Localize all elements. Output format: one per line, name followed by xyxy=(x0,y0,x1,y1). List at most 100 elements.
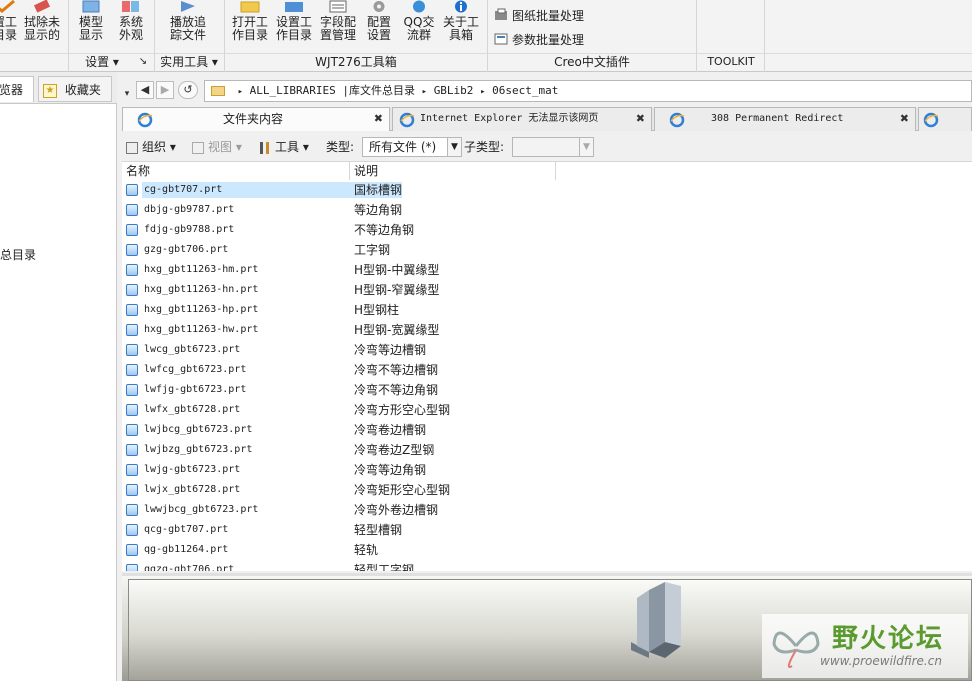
table-row[interactable]: fdjg-gb9788.prt 不等边角钢 xyxy=(122,220,972,240)
file-name: lwfjg-gbt6723.prt xyxy=(144,384,247,395)
set-workdir-button-partial[interactable]: 置工 目录 xyxy=(0,0,18,50)
trail-play-icon xyxy=(177,0,199,13)
table-row[interactable]: lwjg-gbt6723.prt 冷弯等边角钢 xyxy=(122,460,972,480)
erase-undisplayed-button[interactable]: 拭除未 显示的 xyxy=(22,0,62,50)
tab-favorites[interactable]: ★ 收藏夹 xyxy=(38,76,112,102)
file-description: 冷弯不等边槽钢 xyxy=(354,363,439,377)
qq-group-button[interactable]: QQ交 流群 xyxy=(402,0,436,50)
drawing-batch-button[interactable]: 图纸批量处理 xyxy=(494,6,584,24)
file-name: lwcg_gbt6723.prt xyxy=(144,344,241,355)
tab-browser[interactable]: 览器 xyxy=(0,76,34,102)
tree-item-library-root[interactable]: 总目录 xyxy=(0,246,36,263)
watermark-title: 野火论坛 xyxy=(832,624,945,654)
table-row[interactable]: lwfcg_gbt6723.prt 冷弯不等边槽钢 xyxy=(122,360,972,380)
group-settings-label[interactable]: 设置 ▾ xyxy=(82,54,122,70)
file-description: 冷弯等边角钢 xyxy=(354,463,427,477)
table-row[interactable]: lwjbcg_gbt6723.prt 冷弯卷边槽钢 xyxy=(122,420,972,440)
table-row[interactable]: gzg-gbt706.prt 工字钢 xyxy=(122,240,972,260)
back-button[interactable]: ◀ xyxy=(136,81,154,99)
part-file-icon xyxy=(126,264,138,276)
field-config-manage-button[interactable]: 字段配 置管理 xyxy=(318,0,358,50)
ribbon-separator xyxy=(224,0,225,72)
config-settings-button[interactable]: 配置 设置 xyxy=(362,0,396,50)
tools-button[interactable]: 工具 ▾ xyxy=(258,138,309,156)
play-trail-file-button[interactable]: 播放追 踪文件 xyxy=(166,0,210,50)
table-row[interactable]: hxg_gbt11263-hw.prt H型钢-宽翼缘型 xyxy=(122,320,972,340)
param-batch-icon xyxy=(494,32,508,46)
ribbon-separator xyxy=(764,0,765,72)
subtype-select[interactable]: ▼ xyxy=(512,137,594,157)
table-row[interactable]: dbjg-gb9787.prt 等边角钢 xyxy=(122,200,972,220)
table-row[interactable]: lwfx_gbt6728.prt 冷弯方形空心型钢 xyxy=(122,400,972,420)
table-row[interactable]: lwjbzg_gbt6723.prt 冷弯卷边Z型钢 xyxy=(122,440,972,460)
column-header-name[interactable]: 名称 xyxy=(122,162,350,180)
forward-button[interactable]: ▶ xyxy=(156,81,174,99)
table-row[interactable]: lwcg_gbt6723.prt 冷弯等边槽钢 xyxy=(122,340,972,360)
views-button[interactable]: 视图 ▾ xyxy=(192,138,242,156)
butterfly-logo-icon xyxy=(772,631,820,668)
tab-redirect[interactable]: 308 Permanent Redirect ✖ xyxy=(654,107,916,131)
organize-button[interactable]: 组织 ▾ xyxy=(126,138,176,156)
file-description: 冷弯不等边角钢 xyxy=(354,383,439,397)
address-row: ▾ ◀ ▶ ↺ ▸ ALL_LIBRARIES |库文件总目录 ▸ GBLib2… xyxy=(118,78,972,104)
breadcrumb-segment[interactable]: 库文件总目录 xyxy=(349,84,415,97)
set-workdir-button[interactable]: 设置工 作目录 xyxy=(274,0,314,50)
file-name: lwjbzg_gbt6723.prt xyxy=(144,444,253,455)
favorites-star-icon: ★ xyxy=(43,83,57,98)
tab-folder-contents[interactable]: 文件夹内容 ✖ xyxy=(122,107,390,131)
qq-icon xyxy=(408,0,430,13)
table-row[interactable]: lwfjg-gbt6723.prt 冷弯不等边角钢 xyxy=(122,380,972,400)
table-row[interactable]: qgzg-gbt706.prt 轻型工字钢 xyxy=(122,560,972,571)
part-file-icon xyxy=(126,464,138,476)
table-row[interactable]: hxg_gbt11263-hn.prt H型钢-窄翼缘型 xyxy=(122,280,972,300)
table-row[interactable]: hxg_gbt11263-hm.prt H型钢-中翼缘型 xyxy=(122,260,972,280)
part-file-icon xyxy=(126,544,138,556)
organize-icon xyxy=(126,141,138,154)
folder-icon xyxy=(211,86,225,96)
param-batch-button[interactable]: 参数批量处理 xyxy=(494,30,584,48)
model-display-button[interactable]: 模型 显示 xyxy=(74,0,108,50)
type-select[interactable]: 所有文件 (*) ▼ xyxy=(362,137,462,157)
views-icon xyxy=(192,141,204,154)
close-icon[interactable]: ✖ xyxy=(900,108,909,130)
part-file-icon xyxy=(126,184,138,196)
address-input[interactable]: ▸ ALL_LIBRARIES |库文件总目录 ▸ GBLib2 ▸ 06sec… xyxy=(204,80,972,102)
file-name: lwjg-gbt6723.prt xyxy=(144,464,241,475)
table-row[interactable]: cg-gbt707.prt 国标槽钢 xyxy=(122,180,972,200)
browser-tabs: 文件夹内容 ✖ Internet Explorer 无法显示该网页 ✖ 308 … xyxy=(122,107,972,131)
open-workdir-button[interactable]: 打开工 作目录 xyxy=(230,0,270,50)
ribbon-separator xyxy=(154,0,155,72)
file-description: 冷弯等边槽钢 xyxy=(354,343,427,357)
part-file-icon xyxy=(126,224,138,236)
table-row[interactable]: qcg-gbt707.prt 轻型槽钢 xyxy=(122,520,972,540)
about-toolbox-button[interactable]: 关于工 具箱 xyxy=(441,0,481,50)
breadcrumb-segment[interactable]: ALL_LIBRARIES xyxy=(250,84,336,97)
ie-icon xyxy=(669,112,685,128)
breadcrumb-segment[interactable]: GBLib2 xyxy=(434,84,474,97)
part-file-icon xyxy=(126,344,138,356)
group-wjt-label: WJT276工具箱 xyxy=(315,55,397,69)
table-row[interactable]: lwjx_gbt6728.prt 冷弯矩形空心型钢 xyxy=(122,480,972,500)
tab-ie-error[interactable]: Internet Explorer 无法显示该网页 ✖ xyxy=(392,107,652,131)
part-file-icon xyxy=(126,384,138,396)
group-utilities-label[interactable]: 实用工具 ▾ xyxy=(156,54,222,70)
dropdown-arrow-icon[interactable]: ▾ xyxy=(122,86,132,99)
table-row[interactable]: lwwjbcg_gbt6723.prt 冷弯外卷边槽钢 xyxy=(122,500,972,520)
table-row[interactable]: hxg_gbt11263-hp.prt H型钢柱 xyxy=(122,300,972,320)
file-name: lwwjbcg_gbt6723.prt xyxy=(144,504,259,515)
dialog-launcher-icon[interactable]: ↘ xyxy=(136,54,150,70)
ribbon-separator xyxy=(487,0,488,72)
part-file-icon xyxy=(126,244,138,256)
file-name: fdjg-gb9788.prt xyxy=(144,224,235,235)
column-header-description[interactable]: 说明 xyxy=(350,162,556,180)
history-icon[interactable]: ↺ xyxy=(178,81,198,99)
breadcrumb-segment[interactable]: 06sect_mat xyxy=(492,84,558,97)
chevron-down-icon: ▼ xyxy=(579,138,593,156)
close-icon[interactable]: ✖ xyxy=(374,108,383,130)
field-config-icon xyxy=(327,0,349,13)
drawing-batch-icon xyxy=(494,8,508,22)
close-icon[interactable]: ✖ xyxy=(636,108,645,130)
table-row[interactable]: qg-gb11264.prt 轻轨 xyxy=(122,540,972,560)
system-appearance-button[interactable]: 系统 外观 xyxy=(114,0,148,50)
tab-extra[interactable] xyxy=(918,107,972,131)
